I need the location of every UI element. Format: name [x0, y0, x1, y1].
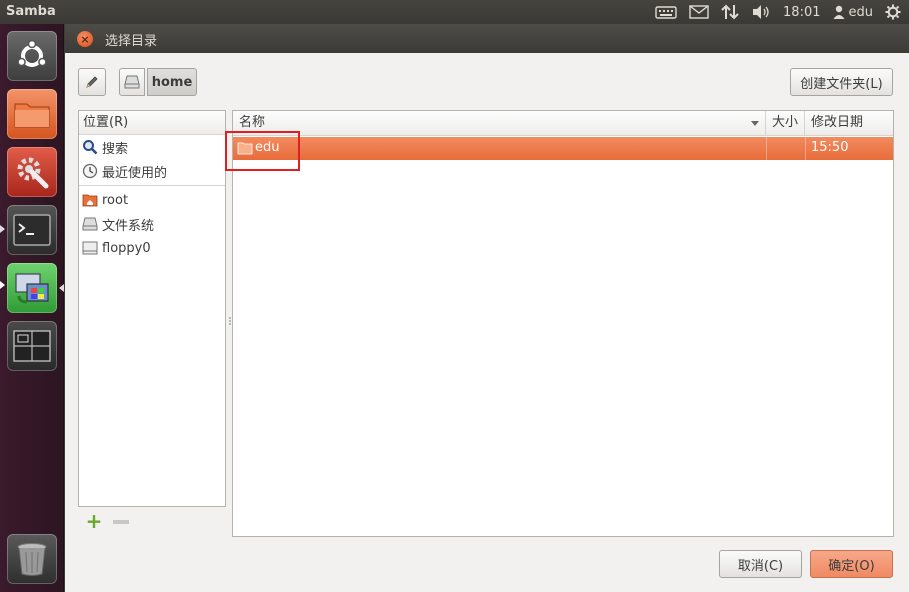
select-directory-dialog: × 选择目录 home 创建文件夹(L) 位置(R) 搜索 最近使用的 root…	[65, 24, 909, 592]
create-folder-button[interactable]: 创建文件夹(L)	[790, 68, 893, 96]
user-icon	[833, 5, 844, 19]
add-bookmark-button[interactable]: +	[85, 511, 103, 531]
column-divider	[766, 137, 767, 160]
pencil-icon	[86, 76, 98, 88]
running-indicator	[0, 281, 5, 289]
network-icon[interactable]	[721, 4, 739, 20]
floppy-drive-icon	[82, 240, 98, 256]
system-settings-launcher-button[interactable]	[7, 147, 57, 197]
user-menu[interactable]: edu	[833, 4, 874, 20]
gear-icon[interactable]	[885, 4, 901, 20]
dialog-titlebar[interactable]: × 选择目录	[65, 24, 909, 53]
harddisk-icon	[82, 216, 98, 232]
search-icon	[82, 139, 98, 155]
ubuntu-logo-icon	[17, 39, 47, 67]
place-floppy[interactable]: floppy0	[79, 236, 225, 260]
ubuntu-dash-button[interactable]	[7, 31, 57, 81]
minus-icon	[113, 520, 129, 524]
place-label: floppy0	[102, 240, 151, 256]
close-icon: ×	[80, 32, 90, 46]
trash-launcher-button[interactable]	[7, 534, 57, 584]
keyboard-icon[interactable]	[655, 5, 677, 19]
indicator-area: 18:01 edu	[655, 0, 901, 24]
focused-indicator	[59, 284, 64, 292]
places-sidebar: 位置(R) 搜索 最近使用的 root 文件系统 floppy0	[78, 110, 226, 507]
place-label: 搜索	[102, 141, 129, 157]
path-root-drive-button[interactable]	[119, 68, 145, 96]
home-folder-icon	[82, 192, 98, 208]
ok-button[interactable]: 确定(O)	[810, 550, 893, 578]
highlight-annotation	[225, 131, 300, 171]
clock[interactable]: 18:01	[783, 5, 820, 20]
place-label: root	[102, 192, 129, 208]
edit-path-button[interactable]	[78, 68, 106, 96]
folder-icon	[14, 103, 50, 128]
place-filesystem[interactable]: 文件系统	[79, 212, 225, 236]
path-home-button[interactable]: home	[147, 68, 197, 96]
close-button[interactable]: ×	[77, 31, 93, 47]
places-header[interactable]: 位置(R)	[79, 111, 225, 135]
terminal-icon	[13, 214, 51, 246]
column-modified[interactable]: 修改日期	[805, 111, 893, 135]
remote-desktop-launcher-button[interactable]	[7, 263, 57, 313]
settings-wrench-icon	[17, 157, 49, 189]
remove-bookmark-button[interactable]	[112, 513, 130, 531]
column-name[interactable]: 名称	[233, 111, 766, 135]
mail-icon[interactable]	[689, 5, 709, 19]
launcher	[0, 24, 64, 592]
workspace-switcher-button[interactable]	[7, 321, 57, 371]
trash-icon	[17, 543, 47, 576]
remote-desktop-icon	[15, 273, 49, 304]
places-separator	[79, 185, 225, 186]
running-indicator	[0, 225, 5, 233]
place-label: 最近使用的	[102, 165, 168, 181]
file-modified: 15:50	[811, 140, 849, 155]
files-launcher-button[interactable]	[7, 89, 57, 139]
column-label: 名称	[239, 115, 266, 130]
app-title: Samba	[6, 4, 56, 19]
drive-icon	[124, 75, 140, 89]
clock-icon	[82, 163, 98, 179]
workspace-icon	[13, 330, 51, 362]
file-list: 名称 大小 修改日期 edu 15:50	[225, 110, 894, 537]
column-size[interactable]: 大小	[766, 111, 805, 135]
dialog-title: 选择目录	[105, 34, 158, 49]
top-panel: Samba 18:01 edu	[0, 0, 909, 24]
sort-down-icon	[751, 121, 759, 126]
volume-icon[interactable]	[751, 4, 771, 20]
file-list-header: 名称 大小 修改日期	[233, 111, 893, 136]
place-search[interactable]: 搜索	[79, 135, 225, 159]
user-name: edu	[848, 4, 874, 20]
place-recent[interactable]: 最近使用的	[79, 159, 225, 183]
column-divider	[805, 137, 806, 160]
cancel-button[interactable]: 取消(C)	[719, 550, 802, 578]
file-row[interactable]: edu 15:50	[233, 137, 893, 160]
place-label: 文件系统	[102, 218, 155, 234]
plus-icon: +	[85, 509, 103, 533]
terminal-launcher-button[interactable]	[7, 205, 57, 255]
place-root[interactable]: root	[79, 188, 225, 212]
